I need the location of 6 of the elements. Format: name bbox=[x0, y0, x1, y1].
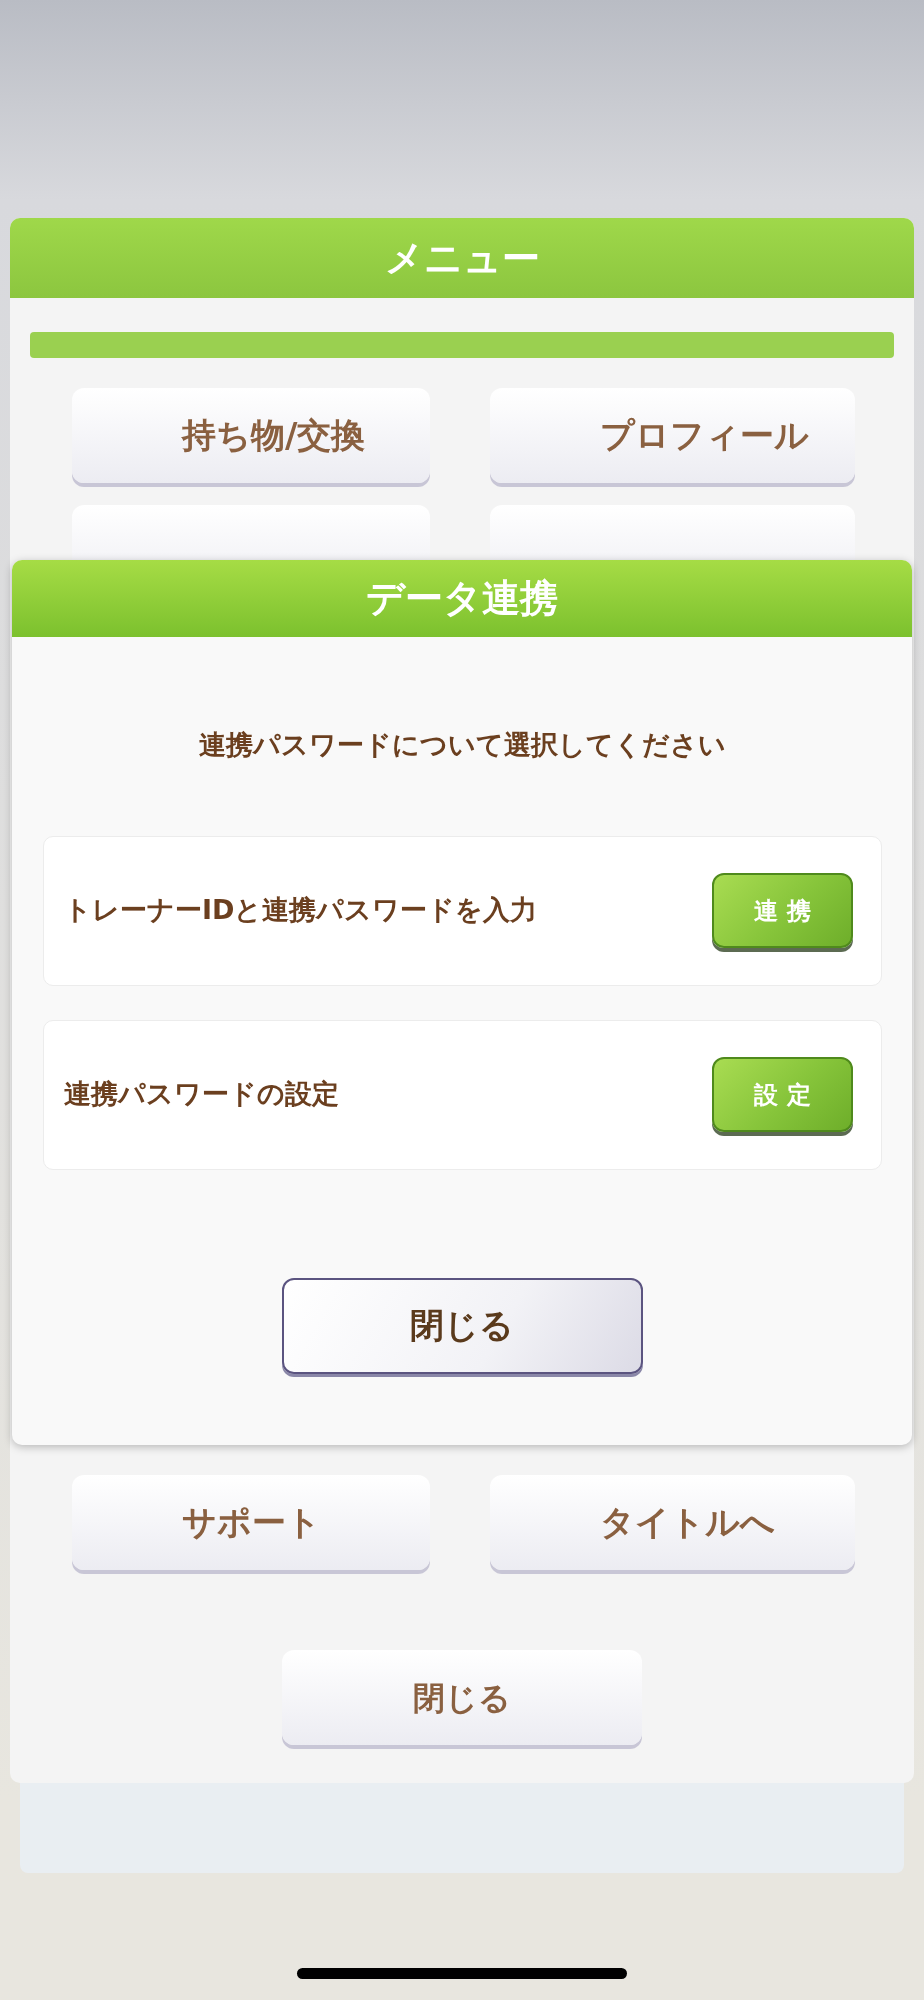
dialog-title: データ連携 bbox=[12, 560, 912, 637]
dialog-message: 連携パスワードについて選択してください bbox=[197, 728, 727, 762]
option-label: 連携パスワードの設定 bbox=[64, 1077, 339, 1112]
close-button[interactable]: 閉じる bbox=[281, 1277, 643, 1374]
option-label: トレーナーIDと連携パスワードを入力 bbox=[64, 893, 538, 928]
menu-title: メニュー bbox=[10, 218, 914, 298]
